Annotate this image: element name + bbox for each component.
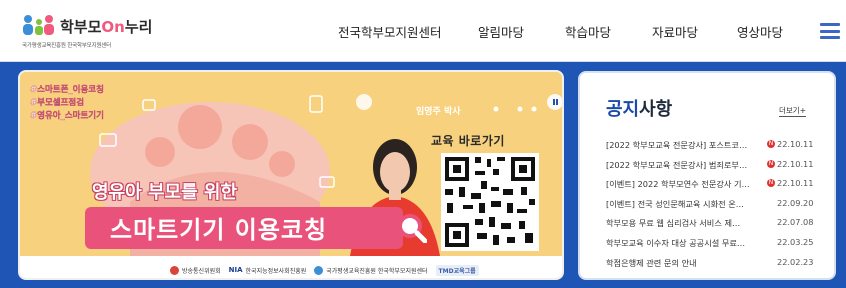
notice-row[interactable]: [2022 학부모교육 전문강사] 포스트코… N 22.10.11 <box>606 136 828 156</box>
banner-title-line1: 영유아 부모를 위한 <box>92 182 238 203</box>
notice-date: 22.02.23 <box>777 256 814 267</box>
hero-banner[interactable]: #스마트폰_이용코칭 #부모셀프점검 #영유아_스마트기기 임영주 박사 교육 … <box>18 70 564 280</box>
partner-kcc: 방송통신위원회 <box>170 265 221 275</box>
notice-title-text: 학부모교육 이수자 대상 공공시설 무료… <box>606 237 746 248</box>
notice-panel: 공지사항 더보기+ [2022 학부모교육 전문강사] 포스트코… N 22.10.… <box>578 71 836 280</box>
hashtag-1: #스마트폰_이용코칭 <box>30 85 104 95</box>
new-badge-icon: N <box>767 140 775 148</box>
partner-logos: 방송통신위원회 NIA 한국지능정보사회진흥원 국가평생교육진흥원 한국학부모지원… <box>170 263 487 277</box>
partner-nia: NIA 한국지능정보사회진흥원 <box>228 266 307 275</box>
nav-item-notice[interactable]: 알림마당 <box>478 22 524 41</box>
page: 학부모On누리 국가평생교육진흥원 한국학부모지원센터 전국학부모지원센터 알림… <box>0 0 846 288</box>
notice-date: 22.03.25 <box>777 236 814 247</box>
hashtag-2: #부모셀프점검 <box>30 98 85 108</box>
slider-indicators <box>493 106 537 112</box>
notice-list: [2022 학부모교육 전문강사] 포스트코… N 22.10.11 [2022 학부… <box>606 136 828 273</box>
new-badge-icon: N <box>767 179 775 188</box>
notice-title-text: [2022 학부모교육 전문강사] 포스트코… <box>606 140 748 150</box>
notice-title-text: 학점은행제 관련 문의 안내 <box>606 257 697 268</box>
notice-title-text: [이벤트] 전국 성인문해교육 시화전 온… <box>606 198 744 209</box>
notice-date: 22.10.11 <box>777 139 814 149</box>
family-logo-icon <box>23 15 54 35</box>
notice-row[interactable]: [2022 학부모교육 전문강사] 범죄로부… N 22.10.11 <box>606 156 828 176</box>
slide-pause-button[interactable] <box>547 94 562 110</box>
nav-item-resources[interactable]: 자료마당 <box>652 22 698 41</box>
partner-tmd: TMD교육그룹 <box>435 264 479 276</box>
hashtag-3: #영유아_스마트기기 <box>30 111 104 121</box>
notice-date: 22.07.08 <box>777 217 814 228</box>
nav-item-learning[interactable]: 학습마당 <box>565 22 611 41</box>
nav-item-videos[interactable]: 영상마당 <box>737 22 783 41</box>
notice-title-text: [2022 학부모교육 전문강사] 범죄로부… <box>606 159 748 170</box>
nia-logo-icon: NIA <box>228 266 243 274</box>
nile-logo-icon <box>314 265 324 275</box>
notice-row[interactable]: 학점은행제 관련 문의 안내 22.02.23 <box>606 254 828 274</box>
new-badge-icon: N <box>767 159 775 168</box>
notice-date: 22.09.20 <box>777 197 814 208</box>
notice-row[interactable]: 학부모용 무료 웹 심리검사 서비스 제… 22.07.08 <box>606 214 828 234</box>
logo-title: 학부모On누리 <box>60 18 153 36</box>
partner-nile: 국가평생교육진흥원 한국학부모지원센터 <box>314 265 428 275</box>
more-link[interactable]: 더보기+ <box>779 105 806 117</box>
banner-title-line2: 스마트기기 이용코칭 <box>110 216 328 244</box>
magnifier-icon <box>398 214 427 243</box>
notice-title-text: 학부모용 무료 웹 심리검사 서비스 제… <box>606 218 741 229</box>
qr-code[interactable] <box>441 153 539 251</box>
slide-play-button[interactable] <box>356 94 372 110</box>
site-header: 학부모On누리 국가평생교육진흥원 한국학부모지원센터 전국학부모지원센터 알림… <box>0 0 846 62</box>
nav-item-parent-support-center[interactable]: 전국학부모지원센터 <box>338 22 442 41</box>
notice-title: 공지사항 <box>606 99 673 120</box>
edu-link-label[interactable]: 교육 바로가기 <box>431 132 505 149</box>
notice-row[interactable]: 학부모교육 이수자 대상 공공시설 무료… 22.03.25 <box>606 234 828 254</box>
notice-row[interactable]: [이벤트] 전국 성인문해교육 시화전 온… 22.09.20 <box>606 195 828 215</box>
kcc-logo-icon <box>170 265 179 275</box>
notice-date: 22.10.11 <box>777 178 814 189</box>
notice-row[interactable]: [이벤트] 2022 학부모연수 전문강사 기… N 22.10.11 <box>606 175 828 195</box>
site-logo[interactable]: 학부모On누리 국가평생교육진흥원 한국학부모지원센터 <box>22 12 152 52</box>
hamburger-icon[interactable] <box>820 23 840 39</box>
notice-title-text: [이벤트] 2022 학부모연수 전문강사 기… <box>606 179 750 190</box>
logo-subtitle: 국가평생교육진흥원 한국학부모지원센터 <box>22 43 112 49</box>
notice-date: 22.10.11 <box>777 158 814 169</box>
